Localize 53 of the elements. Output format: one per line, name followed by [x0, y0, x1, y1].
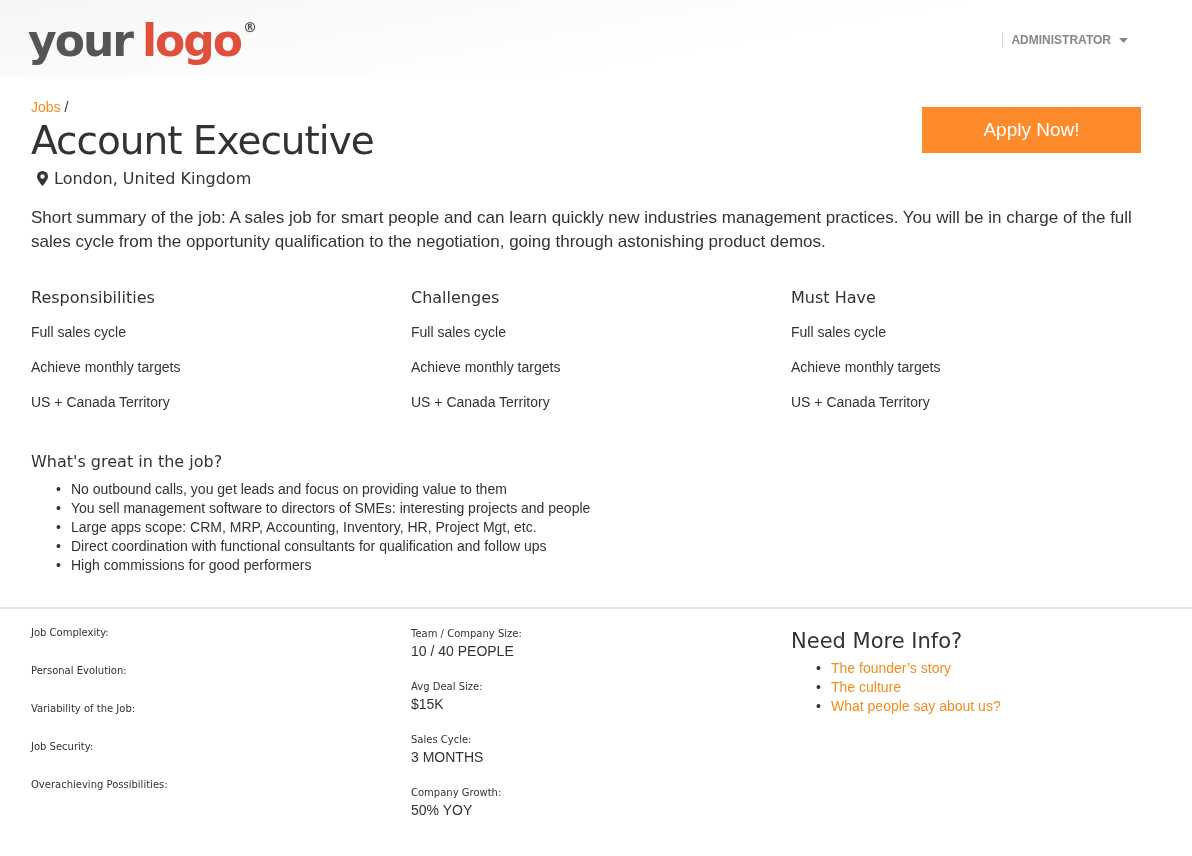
requirement-text: Achieve monthly targets [31, 358, 182, 377]
breadcrumb-separator: / [64, 99, 69, 115]
fact-value: $15K [411, 696, 445, 713]
bullet-marker: • [815, 659, 821, 678]
requirement-text: Full sales cycle [791, 323, 887, 342]
bullet-item: High commissions for good performers [71, 556, 312, 575]
column-heading: Challenges [411, 288, 501, 307]
section-heading: What's great in the job? [31, 452, 224, 471]
requirement-text: US + Canada Territory [31, 393, 171, 412]
map-pin-icon [37, 171, 48, 186]
user-menu[interactable]: ADMINISTRATOR [1002, 32, 1134, 48]
fact-label: Team / Company Size: [411, 627, 523, 641]
bullet-marker: • [55, 537, 61, 556]
rating-label: Job Complexity: [31, 627, 110, 639]
rating-label: Personal Evolution: [31, 665, 128, 677]
bullet-item: No outbound calls, you get leads and focus on providing value to them [71, 480, 507, 499]
fact-value: 50% YOY [411, 802, 474, 819]
column-heading: Responsibilities [31, 288, 156, 307]
bullet-marker: • [815, 678, 821, 697]
bullet-marker: • [815, 697, 821, 716]
bullet-marker: • [55, 480, 61, 499]
fact-label: Avg Deal Size: [411, 680, 484, 694]
requirement-text: US + Canada Territory [791, 393, 931, 412]
rating-label: Overachieving Possibilities: [31, 779, 169, 791]
requirement-text: Full sales cycle [411, 323, 507, 342]
requirement-text: Achieve monthly targets [411, 358, 562, 377]
section-heading: Need More Info? [791, 629, 964, 653]
bullet-marker: • [55, 518, 61, 537]
caret-icon [1119, 37, 1128, 43]
fact-value: 10 / 40 PEOPLE [411, 643, 515, 660]
info-link[interactable]: The founder’s story [831, 659, 952, 678]
requirement-text: Achieve monthly targets [791, 358, 942, 377]
info-link[interactable]: The culture [831, 678, 902, 697]
bullet-item: Direct coordination with functional consultants for qualification and follow ups [71, 537, 547, 556]
apply-button[interactable]: Apply Now! [922, 107, 1141, 153]
job-title: Account Executive [31, 117, 374, 165]
rating-label: Job Security: [31, 741, 95, 753]
column-heading: Must Have [791, 288, 877, 307]
bullet-item: You sell management software to directors of SMEs: interesting projects and people [71, 499, 591, 518]
bullet-item: Large apps scope: CRM, MRP, Accounting, Inventory, HR, Project Mgt, etc. [71, 518, 537, 537]
breadcrumb-link[interactable]: Jobs [31, 99, 61, 115]
info-link[interactable]: What people say about us? [831, 697, 1001, 716]
job-location: London, United Kingdom [54, 169, 252, 188]
rating-label: Variability of the Job: [31, 703, 137, 715]
bullet-marker: • [55, 556, 61, 575]
requirement-text: Full sales cycle [31, 323, 127, 342]
job-summary: Short summary of the job: A sales job for smart people and can learn quickly new industries management practices. You will be in charge of the full sales cycle from the opportunity qualification to the negotiation, going through astonishing product demos. [31, 207, 1133, 253]
fact-value: 3 MONTHS [411, 749, 485, 766]
bullet-marker: • [55, 499, 61, 518]
fact-label: Sales Cycle: [411, 733, 473, 747]
requirement-text: US + Canada Territory [411, 393, 551, 412]
logo[interactable]: your logo® [28, 16, 257, 66]
fact-label: Company Growth: [411, 786, 503, 800]
